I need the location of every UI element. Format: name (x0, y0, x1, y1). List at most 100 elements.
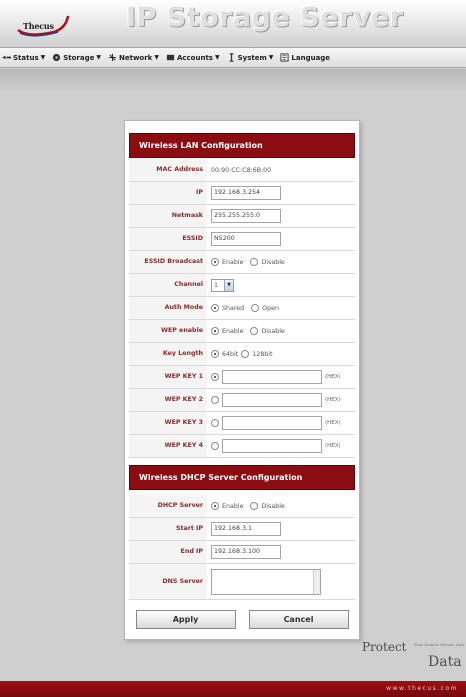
dns-server-textarea[interactable] (211, 568, 321, 595)
netmask-input[interactable]: 255.255.255.0 (211, 209, 281, 223)
start-ip-label: Start IP (129, 518, 207, 540)
start-ip-input[interactable]: 192.168.3.1 (211, 522, 281, 536)
start-ip-row: Start IP 192.168.3.1 (129, 518, 355, 541)
wep-key-1-input[interactable] (222, 370, 322, 384)
dns-textarea-scrollbar[interactable] (313, 569, 320, 594)
wep-key-1-radio[interactable] (211, 373, 219, 381)
key-128bit-option[interactable]: 128bit (241, 350, 272, 358)
nav-network-label: Network (119, 53, 153, 62)
essid-broadcast-disable-option[interactable]: Disable (250, 258, 285, 266)
essid-broadcast-enable-text: Enable (222, 258, 244, 266)
wep-key-2-radio[interactable] (211, 396, 219, 404)
app-title: IP Storage Server (126, 2, 404, 33)
essid-label: ESSID (129, 228, 207, 250)
key-length-label: Key Length (129, 343, 207, 365)
slogan-small-text: Your Source Secure Your (414, 642, 465, 647)
auth-shared-radio[interactable] (211, 304, 219, 312)
auth-mode-row: Auth Mode Shared Open (129, 297, 355, 320)
key-64bit-radio[interactable] (211, 350, 219, 358)
nav-storage-label: Storage (63, 53, 95, 62)
slogan-word-data: Data (428, 654, 462, 670)
wep-disable-radio[interactable] (250, 327, 259, 335)
wep-key-label: WEP KEY 1 (129, 366, 207, 388)
slogan-word-protect: Protect (362, 640, 407, 654)
essid-input[interactable]: N5200 (211, 232, 281, 246)
system-icon (229, 53, 233, 62)
wep-key-row: WEP KEY 3 (HEX) (129, 412, 355, 435)
auth-shared-option[interactable]: Shared (211, 304, 244, 312)
status-icon (2, 55, 11, 60)
wep-key-row: WEP KEY 1 (HEX) (129, 366, 355, 389)
mac-address-label: MAC Address (129, 159, 207, 181)
wireless-config-panel: Wireless LAN Configuration MAC Address 0… (124, 120, 360, 640)
nav-system-label: System (237, 53, 267, 62)
nav-status-label: Status (13, 53, 39, 62)
essid-broadcast-label: ESSID Broadcast (129, 251, 207, 273)
netmask-label: Netmask (129, 205, 207, 227)
wep-enable-text: Enable (222, 327, 244, 335)
end-ip-label: End IP (129, 541, 207, 563)
nav-system[interactable]: System ▼ (227, 53, 273, 62)
nav-language-label: Language (291, 53, 331, 62)
footer-bar: www.thecus.com (0, 681, 466, 697)
nav-network[interactable]: Network ▼ (108, 53, 159, 62)
wep-enable-radio[interactable] (211, 327, 219, 335)
wep-enable-option[interactable]: Enable (211, 327, 243, 335)
dhcp-enable-option[interactable]: Enable (211, 502, 243, 510)
auth-open-option[interactable]: Open (251, 304, 279, 312)
app-header: Thecus IP Storage Server (0, 0, 466, 48)
dhcp-enable-radio[interactable] (211, 502, 219, 510)
wep-key-4-radio[interactable] (211, 442, 219, 450)
wep-key-label: WEP KEY 2 (129, 389, 207, 411)
dhcp-server-row: DHCP Server Enable Disable (129, 495, 355, 518)
ip-input[interactable]: 192.168.3.254 (211, 186, 281, 200)
dhcp-disable-radio[interactable] (250, 502, 259, 510)
channel-select[interactable]: 1 ▼ (211, 278, 234, 292)
essid-broadcast-disable-radio[interactable] (250, 258, 259, 266)
cancel-button[interactable]: Cancel (248, 609, 349, 629)
hex-suffix: (HEX) (325, 443, 341, 449)
wep-enable-label: WEP enable (129, 320, 207, 342)
hex-suffix: (HEX) (325, 420, 341, 426)
dhcp-disable-text: Disable (261, 502, 285, 510)
dhcp-section-heading: Wireless DHCP Server Configuration (129, 465, 355, 490)
storage-icon (53, 53, 61, 62)
brand-slogan: Protect Your Source Secure Your Data (362, 640, 466, 674)
wep-key-label: WEP KEY 3 (129, 412, 207, 434)
wep-key-2-input[interactable] (222, 393, 322, 407)
action-buttons: Apply Cancel (129, 605, 355, 633)
wep-key-3-input[interactable] (222, 416, 322, 430)
essid-broadcast-enable-radio[interactable] (211, 258, 219, 266)
nav-storage[interactable]: Storage ▼ (52, 53, 101, 62)
wep-key-4-input[interactable] (222, 439, 322, 453)
end-ip-input[interactable]: 192.168.3.100 (211, 545, 281, 559)
wlan-section-heading: Wireless LAN Configuration (129, 133, 355, 158)
chevron-down-icon: ▼ (224, 279, 233, 291)
wep-key-3-radio[interactable] (211, 419, 219, 427)
footer-url[interactable]: www.thecus.com (386, 685, 458, 692)
apply-button[interactable]: Apply (135, 609, 236, 629)
wep-disable-option[interactable]: Disable (250, 327, 285, 335)
key-64bit-option[interactable]: 64bit (211, 350, 238, 358)
dhcp-server-label: DHCP Server (129, 495, 207, 517)
nav-accounts[interactable]: Accounts ▼ (166, 53, 220, 62)
wep-key-label: WEP KEY 4 (129, 435, 207, 457)
nav-accounts-label: Accounts (176, 53, 213, 62)
key-128bit-radio[interactable] (241, 350, 250, 358)
logo-text: Thecus (23, 21, 54, 31)
wep-key-row: WEP KEY 2 (HEX) (129, 389, 355, 412)
hex-suffix: (HEX) (325, 397, 341, 403)
auth-open-text: Open (262, 304, 279, 312)
essid-broadcast-enable-option[interactable]: Enable (211, 258, 243, 266)
essid-broadcast-row: ESSID Broadcast Enable Disable (129, 251, 355, 274)
thecus-logo: Thecus (14, 12, 70, 40)
key-64bit-text: 64bit (222, 350, 239, 358)
channel-value: 1 (214, 281, 219, 289)
nav-status[interactable]: Status ▼ (2, 53, 45, 62)
accounts-icon (166, 54, 175, 61)
network-icon (108, 53, 117, 62)
auth-open-radio[interactable] (251, 304, 260, 312)
dns-server-label: DNS Server (129, 564, 207, 599)
dhcp-disable-option[interactable]: Disable (250, 502, 285, 510)
nav-language[interactable]: Language (280, 53, 330, 62)
